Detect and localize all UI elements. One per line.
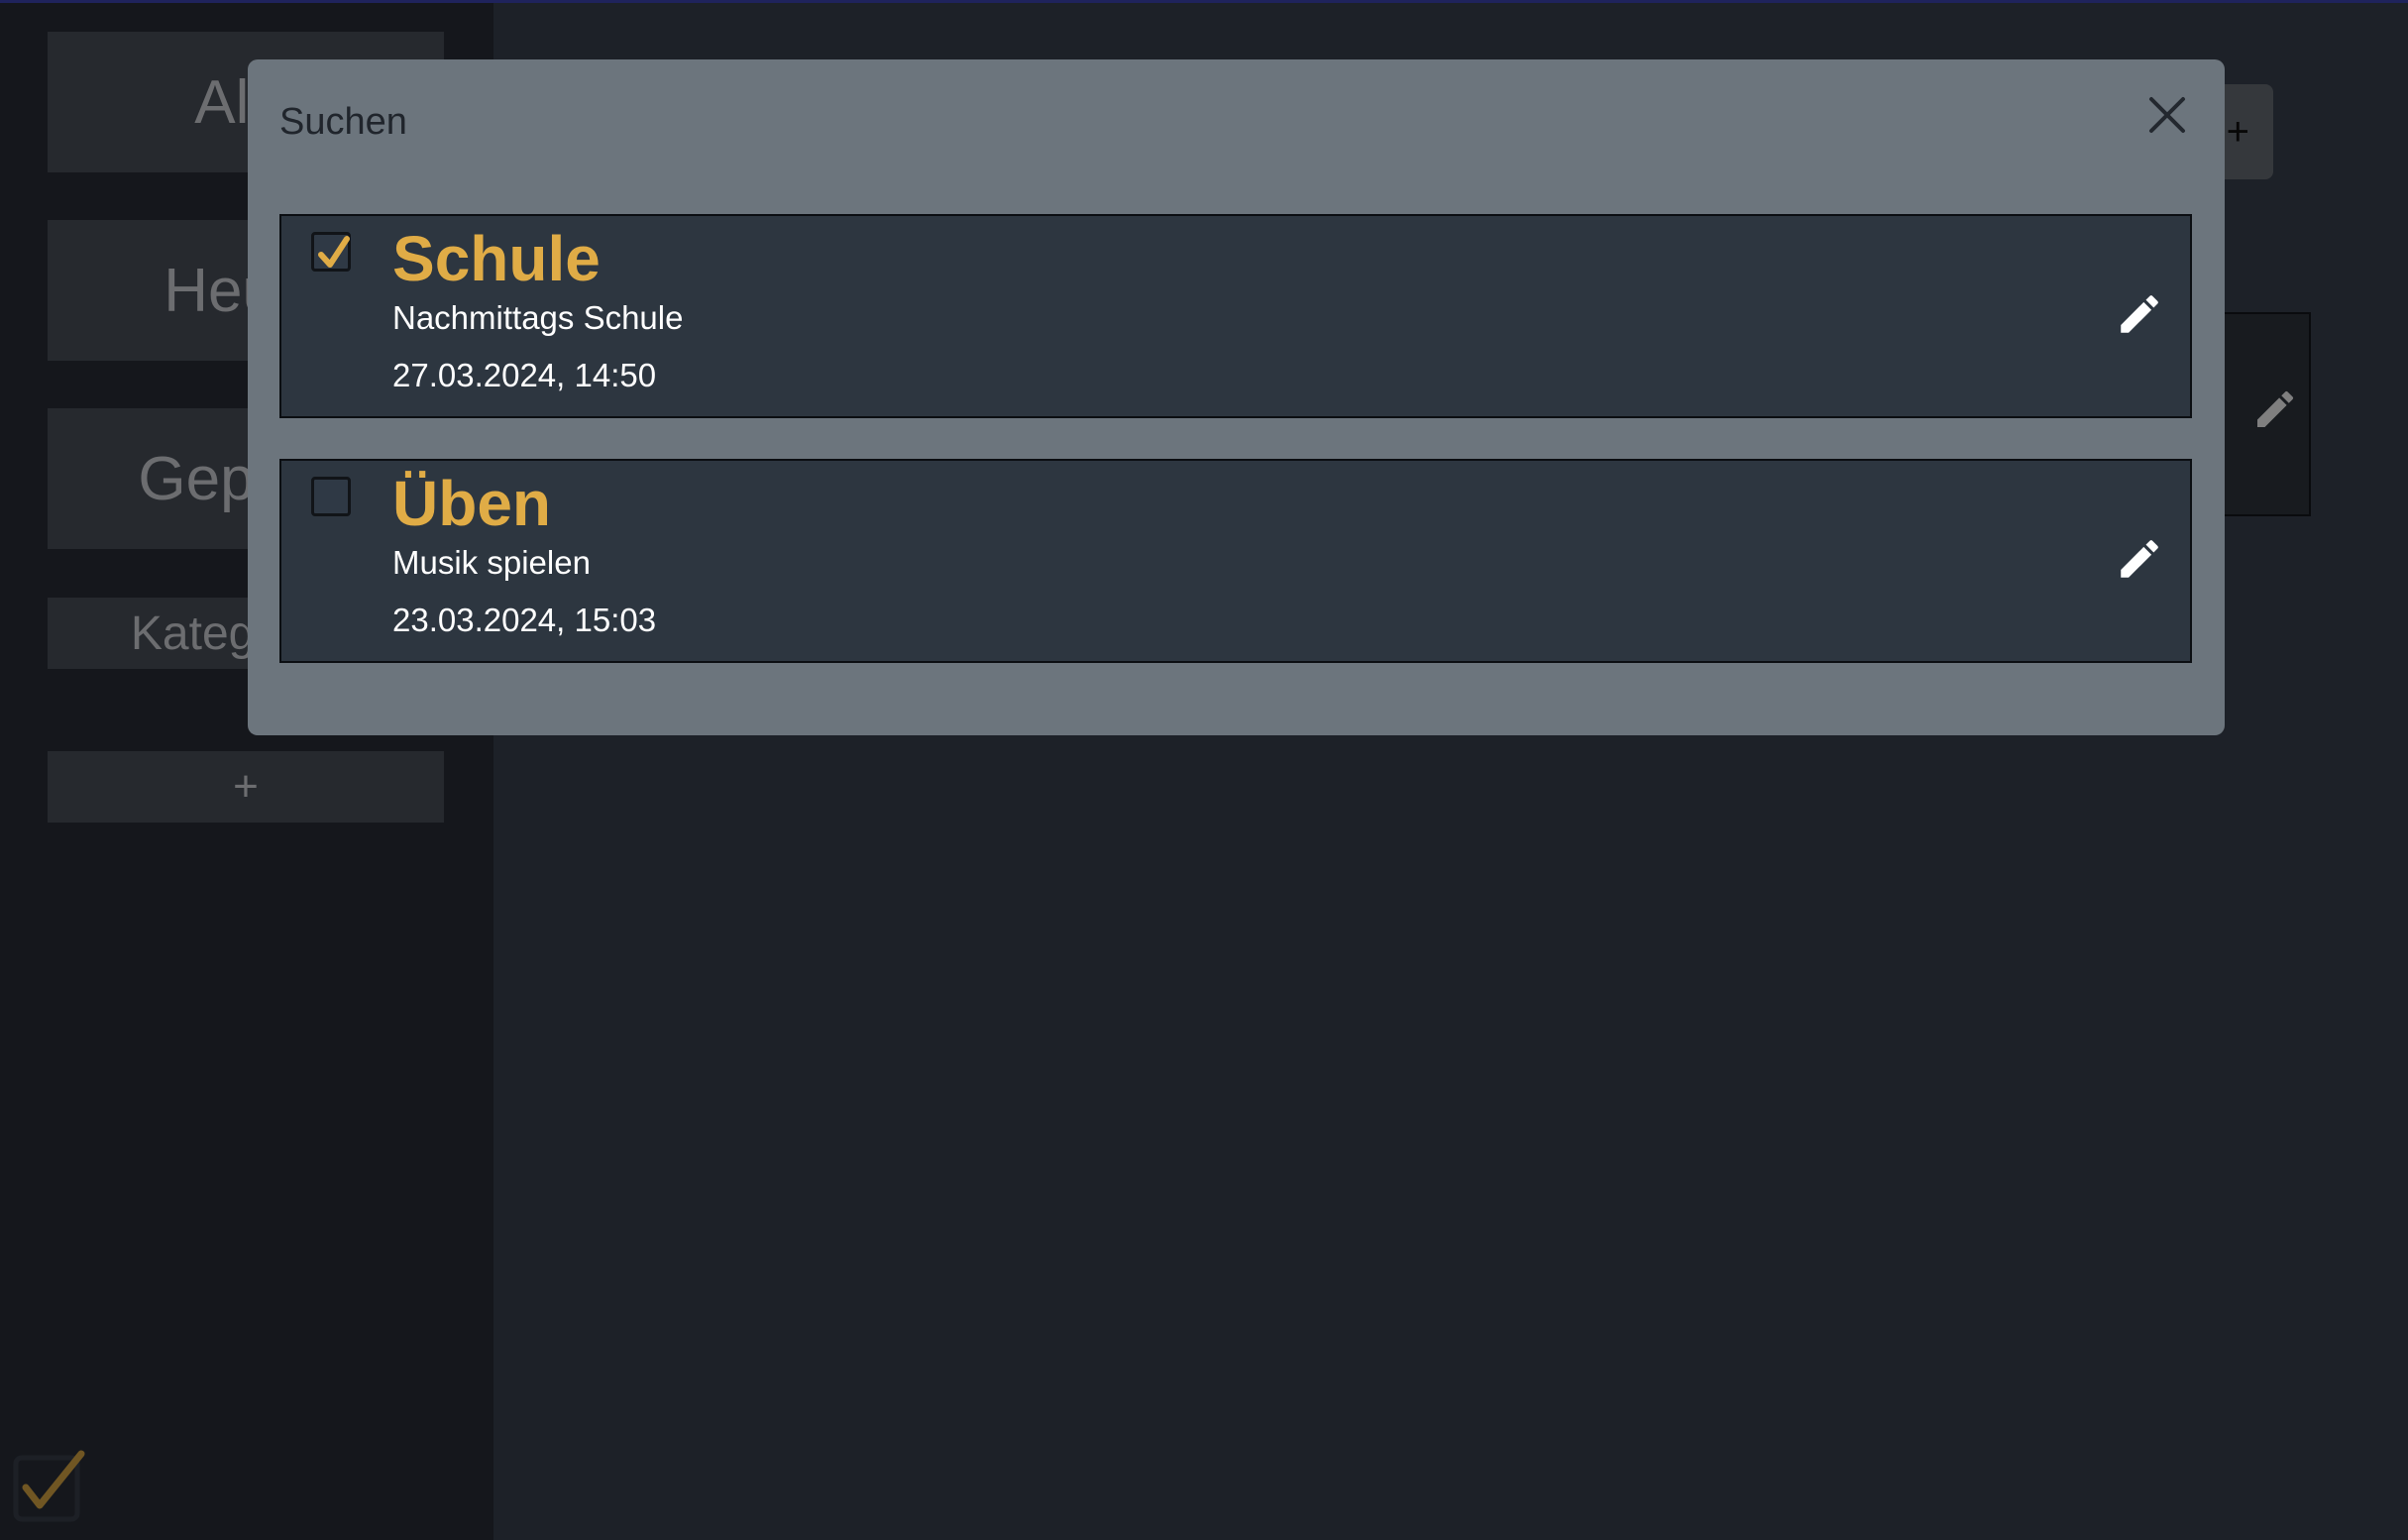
pencil-icon[interactable] [2115, 534, 2164, 584]
pencil-icon[interactable] [2115, 289, 2164, 339]
task-title: Üben [392, 468, 551, 539]
task-card[interactable]: Schule Nachmittags Schule 27.03.2024, 14… [279, 214, 2192, 418]
task-title: Schule [392, 223, 601, 294]
task-description: Musik spielen [392, 544, 591, 581]
task-done-checkbox[interactable] [311, 232, 351, 272]
task-date: 23.03.2024, 15:03 [392, 602, 657, 638]
search-modal: Suchen Schule Nachmittags Schule 27.03.2… [248, 59, 2225, 735]
check-icon [318, 236, 350, 268]
close-icon[interactable] [2137, 85, 2197, 145]
task-card[interactable]: Üben Musik spielen 23.03.2024, 15:03 [279, 459, 2192, 663]
task-done-checkbox[interactable] [311, 477, 351, 516]
task-description: Nachmittags Schule [392, 299, 684, 336]
task-date: 27.03.2024, 14:50 [392, 357, 657, 393]
modal-title: Suchen [279, 101, 407, 143]
